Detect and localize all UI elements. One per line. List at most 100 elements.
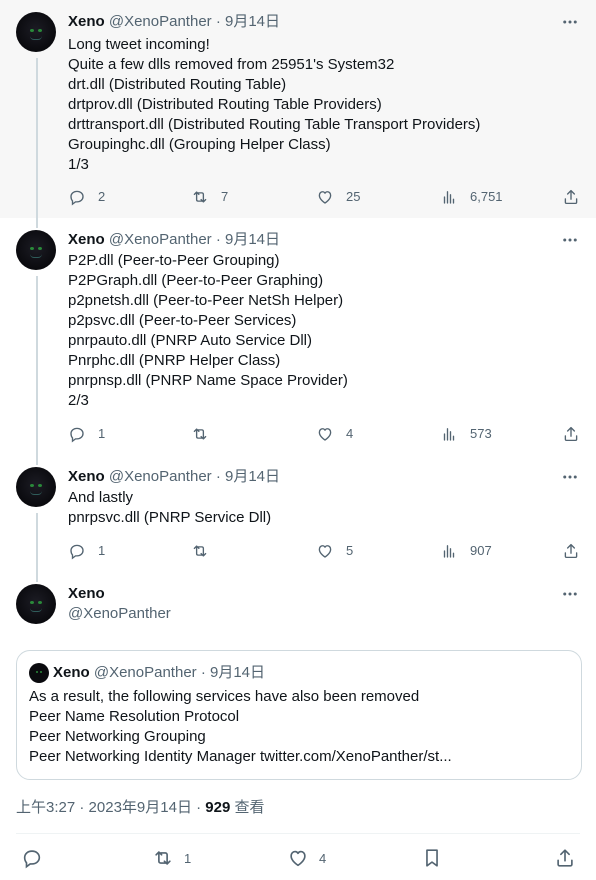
tweet-line: Quite a few dlls removed from 25951's Sy… — [68, 56, 395, 73]
like-count: 5 — [346, 543, 354, 558]
reply-button[interactable] — [21, 847, 53, 869]
more-icon[interactable] — [560, 12, 580, 32]
thread-tweet-2[interactable]: Xeno @XenoPanther · 9月14日 P2P.dll (Peer-… — [0, 218, 596, 455]
share-button[interactable] — [554, 847, 586, 869]
share-icon — [564, 426, 578, 442]
share-button[interactable] — [562, 187, 592, 207]
bookmark-icon — [426, 849, 438, 867]
tweet-line: P2PGraph.dll (Peer-to-Peer Graphing) — [68, 272, 324, 289]
bookmark-button[interactable] — [421, 847, 453, 869]
reply-button[interactable]: 1 — [68, 424, 105, 444]
thread-connector — [36, 455, 38, 465]
reply-count: 2 — [98, 189, 106, 204]
like-button[interactable]: 4 — [287, 847, 326, 869]
author-name[interactable]: Xeno — [68, 585, 105, 602]
retweet-count: 7 — [221, 189, 229, 204]
tweet-date[interactable]: 9月14日 — [225, 231, 280, 248]
more-icon[interactable] — [560, 230, 580, 250]
tweet-full-date[interactable]: 2023年9月14日 — [89, 799, 192, 816]
reply-button[interactable]: 1 — [68, 541, 105, 561]
separator-dot: · — [215, 13, 221, 30]
tweet-line: Long tweet incoming! — [68, 36, 210, 53]
thread-tweet-1[interactable]: Xeno @XenoPanther · 9月14日 Long tweet inc… — [0, 0, 596, 218]
views-label: 查看 — [234, 799, 265, 816]
tweet-line: p2pnetsh.dll (Peer-to-Peer NetSh Helper) — [68, 292, 344, 309]
tweet-header: Xeno @XenoPanther · 9月14日 — [68, 467, 280, 487]
tweet-line: 1/3 — [68, 156, 89, 173]
quote-author-name: Xeno — [53, 664, 90, 681]
share-button[interactable] — [562, 541, 592, 561]
tweet-actions: 1 4 573 — [68, 424, 580, 444]
analytics-icon — [443, 545, 455, 558]
view-count: 573 — [470, 426, 492, 441]
author-name[interactable]: Xeno — [68, 231, 105, 248]
retweet-button[interactable]: 1 — [152, 847, 191, 869]
separator-dot: · — [79, 799, 85, 816]
thread-connector — [36, 513, 38, 572]
tweet-header: Xeno @XenoPanther · 9月14日 — [68, 12, 280, 32]
author-name[interactable]: Xeno — [68, 468, 105, 485]
retweet-icon — [155, 851, 171, 865]
retweet-icon — [193, 191, 207, 203]
quote-date: 9月14日 — [210, 664, 266, 681]
tweet-time[interactable]: 上午3:27 — [16, 799, 75, 816]
author-handle[interactable]: @XenoPanther — [109, 231, 212, 248]
tweet-line: pnrpauto.dll (PNRP Auto Service Dll) — [68, 332, 312, 349]
retweet-button[interactable] — [191, 424, 221, 444]
author-handle[interactable]: @XenoPanther — [109, 13, 212, 30]
quoted-tweet-card[interactable]: Xeno @XenoPanther · 9月14日 As a result, t… — [16, 650, 582, 780]
view-count: 6,751 — [470, 189, 503, 204]
share-icon — [564, 543, 578, 559]
heart-icon — [318, 428, 332, 441]
tweet-date[interactable]: 9月14日 — [225, 468, 280, 485]
reply-icon — [70, 544, 84, 560]
more-icon[interactable] — [560, 584, 580, 604]
tweet-line: p2psvc.dll (Peer-to-Peer Services) — [68, 312, 297, 329]
avatar[interactable] — [16, 584, 56, 624]
like-count: 25 — [346, 189, 361, 204]
heart-icon — [318, 545, 332, 558]
separator-dot: · — [215, 231, 221, 248]
tweet-line: Pnrphc.dll (PNRP Helper Class) — [68, 352, 281, 369]
tweet-text: Long tweet incoming! Quite a few dlls re… — [68, 35, 480, 175]
tweet-text: P2P.dll (Peer-to-Peer Grouping) P2PGraph… — [68, 251, 348, 411]
tweet-actions: 2 7 25 6,751 — [68, 187, 580, 207]
view-count: 907 — [470, 543, 492, 558]
retweet-button[interactable] — [191, 541, 221, 561]
quote-line: Peer Networking Identity Manager twitter… — [29, 748, 452, 765]
avatar[interactable] — [16, 230, 56, 270]
views-button[interactable]: 907 — [440, 541, 492, 561]
tweet-line: Groupinghc.dll (Grouping Helper Class) — [68, 136, 331, 153]
separator-dot: · — [196, 799, 202, 816]
share-button[interactable] — [562, 424, 592, 444]
like-count: 4 — [319, 850, 327, 866]
tweet-line: P2P.dll (Peer-to-Peer Grouping) — [68, 252, 280, 269]
author-name[interactable]: Xeno — [68, 13, 105, 30]
reply-count: 1 — [98, 426, 106, 441]
author-handle[interactable]: @XenoPanther — [109, 468, 212, 485]
separator-dot: · — [200, 664, 206, 681]
avatar[interactable] — [16, 467, 56, 507]
views-button[interactable]: 573 — [440, 424, 492, 444]
reply-icon — [23, 850, 41, 869]
thread-connector — [36, 276, 38, 455]
views-button[interactable]: 6,751 — [440, 187, 503, 207]
reply-icon — [70, 427, 84, 443]
like-button[interactable]: 5 — [316, 541, 353, 561]
author-handle[interactable]: @XenoPanther — [68, 605, 171, 622]
retweet-icon — [193, 545, 207, 557]
tweet-line: drtprov.dll (Distributed Routing Table P… — [68, 96, 382, 113]
like-button[interactable]: 4 — [316, 424, 353, 444]
tweet-date[interactable]: 9月14日 — [225, 13, 280, 30]
retweet-button[interactable]: 7 — [191, 187, 228, 207]
tweet-text: And lastly pnrpsvc.dll (PNRP Service Dll… — [68, 488, 271, 528]
analytics-icon — [443, 428, 455, 441]
heart-icon — [290, 850, 306, 867]
share-icon — [564, 189, 578, 205]
like-button[interactable]: 25 — [316, 187, 360, 207]
thread-tweet-3[interactable]: Xeno @XenoPanther · 9月14日 And lastly pnr… — [0, 455, 596, 572]
more-icon[interactable] — [560, 467, 580, 487]
avatar[interactable] — [16, 12, 56, 52]
reply-button[interactable]: 2 — [68, 187, 105, 207]
divider — [16, 833, 580, 834]
